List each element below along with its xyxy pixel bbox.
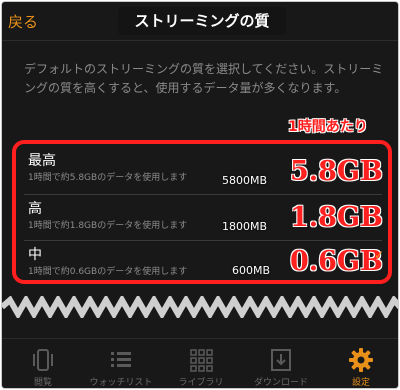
quality-option-medium[interactable]: 中 1時間で約0.6GBのデータを使用します 600MB 0.6GB ✓ [16, 242, 386, 282]
option-subtitle: 1時間で約5.8GBのデータを使用します [28, 173, 188, 183]
tab-download[interactable]: ダウンロード [242, 339, 320, 388]
tab-label: ライブラリ [178, 378, 224, 388]
option-subtitle: 1時間で約0.6GBのデータを使用します [28, 267, 188, 277]
grid-icon [190, 349, 213, 372]
option-subtitle: 1時間で約1.8GBのデータを使用します [28, 221, 188, 231]
quality-option-highest[interactable]: 最高 1時間で約5.8GBのデータを使用します 5800MB 5.8GB [16, 148, 386, 192]
option-gb: 0.6GB [290, 246, 383, 277]
option-title: 高 [28, 201, 42, 217]
divider [24, 194, 382, 195]
option-title: 中 [28, 247, 42, 263]
tab-label: ダウンロード [253, 378, 308, 388]
page-title: ストリーミングの質 [118, 7, 286, 35]
tab-label: 設定 [351, 378, 370, 388]
option-mb: 600MB [232, 264, 271, 277]
torn-edge [2, 296, 398, 318]
option-gb: 5.8GB [290, 156, 383, 187]
tab-browse[interactable]: 閲覧 [4, 339, 82, 388]
app-window: 戻る ストリーミングの質 デフォルトのストリーミングの質を選択してください。スト… [1, 1, 399, 389]
list-icon [111, 352, 131, 367]
option-mb: 5800MB [222, 174, 268, 187]
checkmark-icon: ✓ [374, 248, 385, 262]
option-mb: 1800MB [222, 220, 268, 233]
tab-library[interactable]: ライブラリ [162, 339, 240, 388]
tab-watchlist[interactable]: ウォッチリスト [82, 339, 160, 388]
divider [24, 240, 382, 241]
phone-icon [33, 349, 53, 371]
back-button[interactable]: 戻る [8, 11, 38, 32]
description-text: デフォルトのストリーミングの質を選択してください。ストリーミングの質を高くすると… [24, 62, 384, 95]
option-title: 最高 [28, 153, 56, 169]
tab-settings[interactable]: 設定 [322, 339, 398, 388]
option-gb: 1.8GB [290, 202, 383, 233]
divider [2, 40, 398, 41]
annotation-per-hour: 1時間あたり [288, 119, 368, 135]
tab-label: 閲覧 [33, 378, 52, 388]
gear-icon [349, 348, 373, 372]
nav-bar: 戻る ストリーミングの質 [2, 2, 398, 40]
quality-option-high[interactable]: 高 1時間で約1.8GBのデータを使用します 1800MB 1.8GB [16, 196, 386, 238]
download-icon [271, 349, 291, 371]
tab-label: ウォッチリスト [89, 378, 153, 388]
tab-bar: 閲覧 ウォッチリスト ライブラリ ダウンロード 設定 [2, 338, 398, 388]
